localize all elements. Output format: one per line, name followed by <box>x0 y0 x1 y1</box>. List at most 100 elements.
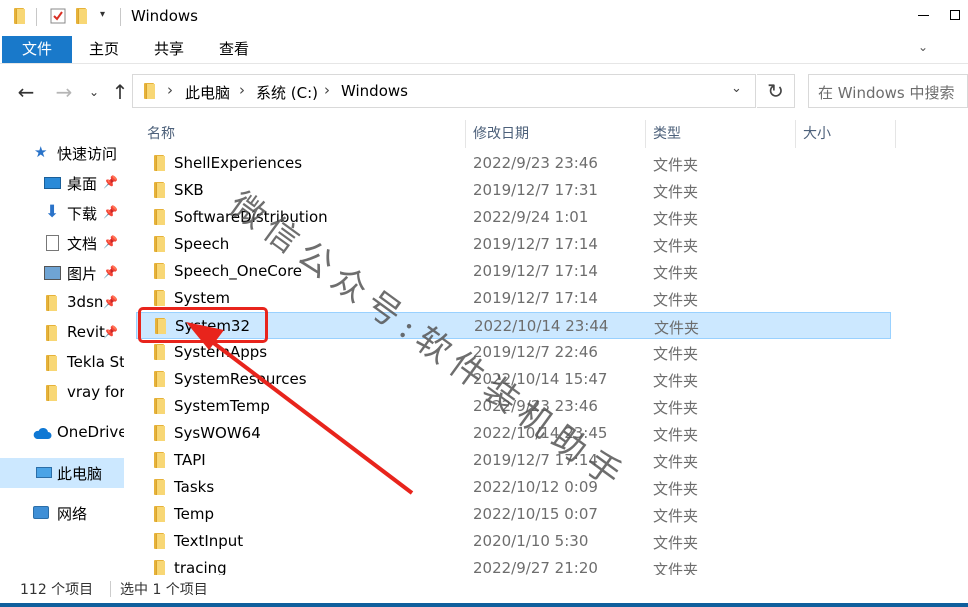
file-row-speech-onecore[interactable]: Speech_OneCore 2019/12/7 17:14 文件夹 <box>136 258 891 285</box>
file-name: SystemTemp <box>174 397 270 415</box>
sidebar-item-label: 文档 <box>67 235 98 253</box>
address-bar[interactable]: › 此电脑 › 系统 (C:) › Windows ⌄ <box>132 74 756 108</box>
file-date: 2022/9/23 23:46 <box>473 154 598 172</box>
file-name: SystemResources <box>174 370 307 388</box>
sidebar-item-desktop[interactable]: 桌面 📌 <box>0 168 124 198</box>
file-type: 文件夹 <box>653 399 699 417</box>
ribbon: 文件 主页 共享 查看 ⌄ <box>0 34 968 64</box>
column-divider[interactable] <box>465 120 466 148</box>
folder-icon <box>142 83 156 99</box>
tab-view[interactable]: 查看 <box>219 36 249 63</box>
file-type: 文件夹 <box>653 237 699 255</box>
file-row-tapi[interactable]: TAPI 2019/12/7 17:14 文件夹 <box>136 447 891 474</box>
properties-check-icon[interactable] <box>50 8 66 24</box>
sidebar-item-label: 图片 <box>67 265 98 283</box>
folder-icon <box>152 290 166 306</box>
file-row-shellexperiences[interactable]: ShellExperiences 2022/9/23 23:46 文件夹 <box>136 150 891 177</box>
file-date: 2022/10/12 0:09 <box>473 478 598 496</box>
file-row-textinput[interactable]: TextInput 2020/1/10 5:30 文件夹 <box>136 528 891 555</box>
folder-icon <box>152 182 166 198</box>
divider <box>110 581 111 597</box>
folder-icon <box>44 385 58 401</box>
maximize-button[interactable] <box>946 0 968 32</box>
cloud-icon <box>33 427 52 439</box>
sidebar-item-label: 3dsn <box>67 293 104 311</box>
folder-icon <box>152 506 166 522</box>
sidebar-item-documents[interactable]: 文档 📌 <box>0 228 124 258</box>
column-header-size[interactable]: 大小 <box>803 120 831 148</box>
sidebar-item-onedrive[interactable]: OneDrive <box>0 418 124 448</box>
sort-ascending-icon: ^ <box>299 120 309 127</box>
folder-icon <box>152 452 166 468</box>
file-date: 2022/10/15 0:07 <box>473 505 598 523</box>
folder-icon <box>152 263 166 279</box>
folder-icon <box>152 209 166 225</box>
file-row-temp[interactable]: Temp 2022/10/15 0:07 文件夹 <box>136 501 891 528</box>
search-box[interactable]: 在 Windows 中搜索 <box>808 74 968 108</box>
file-name: TAPI <box>174 451 206 469</box>
column-divider[interactable] <box>795 120 796 148</box>
up-button[interactable]: ↑ <box>108 80 132 104</box>
search-input[interactable]: 在 Windows 中搜索 <box>818 82 955 103</box>
file-type: 文件夹 <box>653 156 699 174</box>
pin-icon: 📌 <box>103 295 118 309</box>
forward-button[interactable]: → <box>52 80 76 104</box>
folder-icon <box>152 236 166 252</box>
selection-count: 选中 1 个项目 <box>120 582 208 598</box>
item-count: 112 个项目 <box>20 582 94 598</box>
breadcrumb-windows[interactable]: Windows <box>341 82 408 100</box>
column-divider[interactable] <box>895 120 896 148</box>
tab-home[interactable]: 主页 <box>89 36 119 63</box>
picture-icon <box>44 266 61 280</box>
file-type: 文件夹 <box>653 534 699 552</box>
breadcrumb-chevron-icon[interactable]: › <box>239 81 245 99</box>
recent-locations-button[interactable]: ⌄ <box>86 80 102 104</box>
sidebar-item-revit[interactable]: Revit 📌 <box>0 318 124 348</box>
file-row-tracing[interactable]: tracing 2022/9/27 21:20 文件夹 <box>136 555 891 575</box>
folder-icon <box>152 533 166 549</box>
breadcrumb-chevron-icon[interactable]: › <box>167 81 173 99</box>
file-type: 文件夹 <box>653 480 699 498</box>
sidebar-item-tekla[interactable]: Tekla St <box>0 348 124 378</box>
breadcrumb-drive-c[interactable]: 系统 (C:) <box>256 82 318 103</box>
column-divider[interactable] <box>645 120 646 148</box>
ribbon-expand-chevron-icon[interactable]: ⌄ <box>918 40 928 54</box>
tab-file[interactable]: 文件 <box>2 36 72 63</box>
file-row-tasks[interactable]: Tasks 2022/10/12 0:09 文件夹 <box>136 474 891 501</box>
forward-arrow-icon: → <box>55 80 73 104</box>
column-header-type[interactable]: 类型 <box>653 120 681 148</box>
sidebar-item-quick-access[interactable]: ★ 快速访问 <box>0 138 124 168</box>
back-button[interactable]: ← <box>14 80 38 104</box>
sidebar-item-downloads[interactable]: ⬇ 下载 📌 <box>0 198 124 228</box>
column-header-name[interactable]: 名称 <box>147 120 175 148</box>
breadcrumb-this-pc[interactable]: 此电脑 <box>185 82 230 103</box>
new-folder-icon[interactable] <box>74 8 88 24</box>
sidebar-item-pictures[interactable]: 图片 📌 <box>0 258 124 288</box>
file-name: Speech_OneCore <box>174 262 303 280</box>
sidebar-item-label: Revit <box>67 323 105 341</box>
customize-toolbar-chevron-icon[interactable]: ▾ <box>100 9 105 20</box>
breadcrumb-chevron-icon[interactable]: › <box>324 81 330 99</box>
refresh-button[interactable]: ↻ <box>757 74 795 108</box>
sidebar-item-this-pc[interactable]: 此电脑 <box>0 458 124 488</box>
maximize-icon <box>950 10 960 20</box>
document-icon <box>46 235 59 251</box>
column-header-date[interactable]: 修改日期 <box>473 120 529 148</box>
file-type: 文件夹 <box>653 372 699 390</box>
folder-icon <box>44 355 58 371</box>
file-type: 文件夹 <box>653 264 699 282</box>
file-name: tracing <box>174 559 227 575</box>
tab-share[interactable]: 共享 <box>154 36 184 63</box>
divider <box>120 8 121 26</box>
title-bar: ▾ Windows <box>0 0 968 34</box>
file-row-systemapps[interactable]: SystemApps 2019/12/7 22:46 文件夹 <box>136 339 891 366</box>
folder-icon <box>152 425 166 441</box>
chevron-down-icon: ⌄ <box>88 85 100 99</box>
minimize-button[interactable] <box>900 0 946 32</box>
address-history-chevron-icon[interactable]: ⌄ <box>731 81 742 96</box>
sidebar-item-vray[interactable]: vray for <box>0 378 124 408</box>
computer-icon <box>36 467 52 478</box>
sidebar-item-3dsmax[interactable]: 3dsn 📌 <box>0 288 124 318</box>
sidebar-item-network[interactable]: 网络 <box>0 498 124 528</box>
file-date: 2020/1/10 5:30 <box>473 532 589 550</box>
